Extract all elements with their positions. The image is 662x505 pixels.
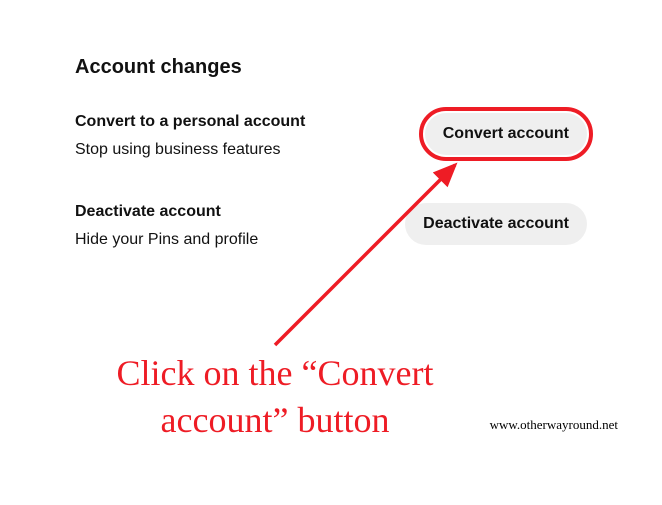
- watermark: www.otherwayround.net: [490, 417, 618, 433]
- deactivate-text: Deactivate account Hide your Pins and pr…: [75, 203, 405, 249]
- deactivate-desc: Hide your Pins and profile: [75, 231, 385, 249]
- deactivate-account-button[interactable]: Deactivate account: [405, 203, 587, 245]
- section-heading: Account changes: [75, 56, 587, 79]
- deactivate-row: Deactivate account Hide your Pins and pr…: [75, 203, 587, 249]
- arrow-icon: [260, 150, 480, 360]
- deactivate-title: Deactivate account: [75, 203, 385, 221]
- convert-title: Convert to a personal account: [75, 113, 405, 131]
- convert-button-wrapper: Convert account: [425, 113, 587, 155]
- convert-text: Convert to a personal account Stop using…: [75, 113, 425, 159]
- convert-row: Convert to a personal account Stop using…: [75, 113, 587, 159]
- annotation-text: Click on the “Convert account” button: [55, 350, 495, 444]
- convert-account-button[interactable]: Convert account: [425, 113, 587, 155]
- convert-desc: Stop using business features: [75, 141, 405, 159]
